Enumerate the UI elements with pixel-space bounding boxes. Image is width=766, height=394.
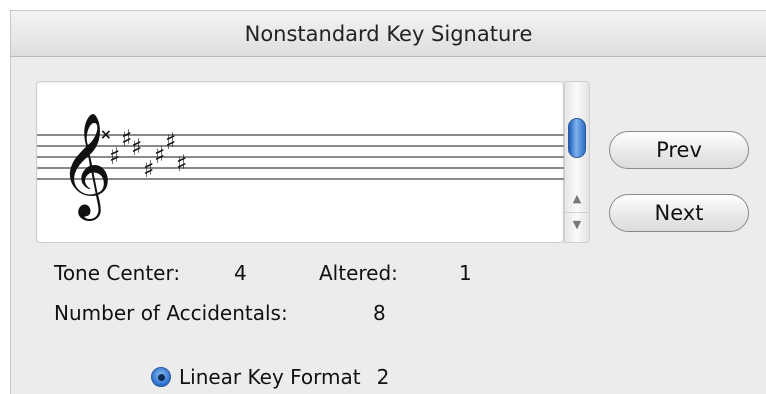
- scroll-up-arrow-icon[interactable]: ▲: [565, 186, 589, 210]
- sharp-icon: ♯: [176, 151, 187, 177]
- scroll-thumb[interactable]: [568, 118, 586, 158]
- key-signature-dialog: Nonstandard Key Signature 𝄞 × ♯ ♯ ♯ ♯ ♯ …: [10, 10, 766, 394]
- prev-button[interactable]: Prev: [609, 131, 749, 169]
- linear-key-format-label: Linear Key Format: [179, 365, 361, 389]
- staff-svg: 𝄞 × ♯ ♯ ♯ ♯ ♯ ♯ ♯: [37, 112, 565, 221]
- window-title-bar: Nonstandard Key Signature: [11, 11, 766, 57]
- accidentals-count-value: 8: [373, 301, 386, 325]
- staff-scrollbar[interactable]: ▲ ▼: [564, 81, 590, 243]
- tone-center-value: 4: [234, 261, 247, 285]
- sharp-icon: ♯: [154, 143, 165, 169]
- linear-key-format-option[interactable]: Linear Key Format 2: [151, 365, 389, 389]
- altered-label: Altered:: [319, 261, 398, 285]
- scroll-down-arrow-icon[interactable]: ▼: [565, 212, 589, 236]
- sharp-icon: ♯: [131, 135, 142, 161]
- sharp-icon: ♯: [165, 129, 176, 155]
- double-sharp-icon: ×: [100, 127, 112, 143]
- altered-value: 1: [459, 261, 472, 285]
- key-signature-staff-view: 𝄞 × ♯ ♯ ♯ ♯ ♯ ♯ ♯: [36, 81, 565, 243]
- next-button[interactable]: Next: [609, 194, 749, 232]
- accidentals-count-label: Number of Accidentals:: [54, 301, 288, 325]
- radio-button-icon[interactable]: [151, 367, 171, 387]
- sharp-icon: ♯: [109, 144, 120, 170]
- tone-center-label: Tone Center:: [54, 261, 181, 285]
- sharp-icon: ♯: [143, 157, 154, 183]
- linear-key-format-value: 2: [376, 365, 390, 389]
- window-title: Nonstandard Key Signature: [244, 21, 533, 46]
